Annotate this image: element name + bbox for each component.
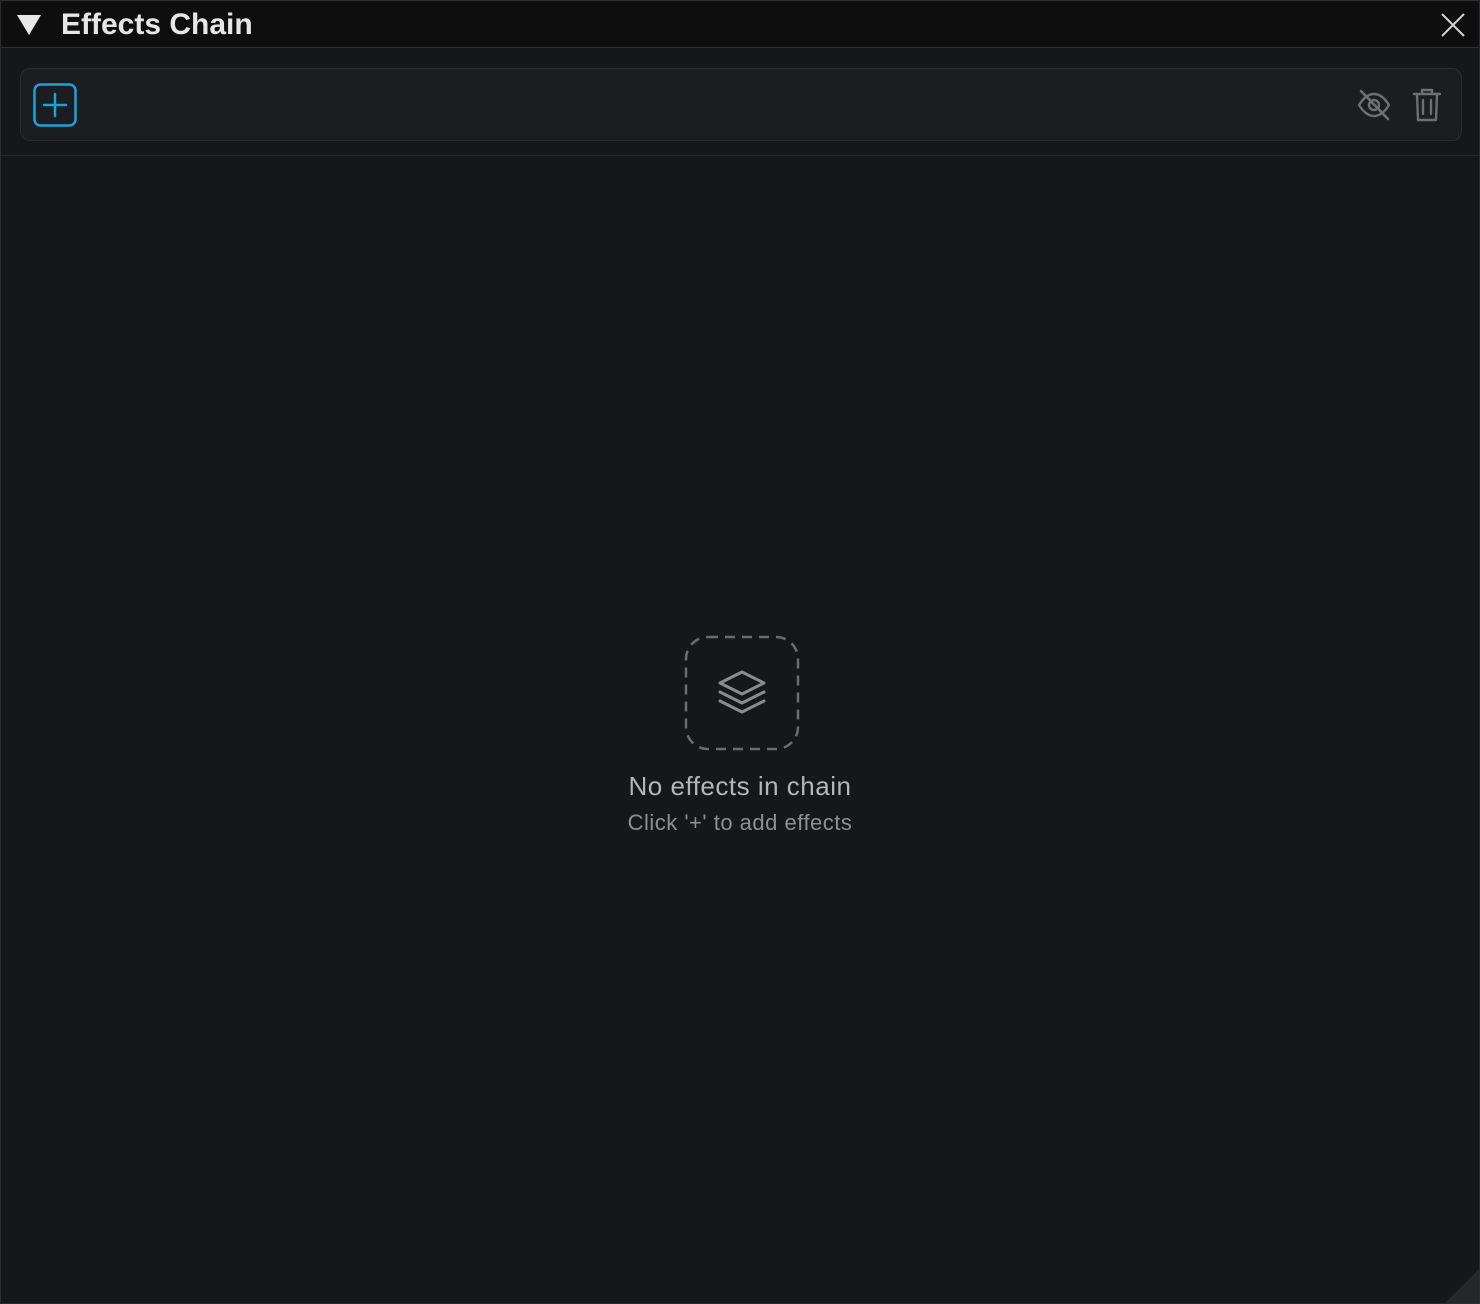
empty-state: No effects in chain Click '+' to add eff… [1,635,1479,836]
triangle-down-icon[interactable] [15,13,43,37]
window-title: Effects Chain [61,8,253,41]
delete-all-button[interactable] [1409,86,1445,124]
empty-state-title: No effects in chain [628,771,852,801]
plus-square-icon [33,83,77,127]
layers-icon [718,670,766,714]
eye-off-icon [1357,89,1391,121]
empty-state-subtitle: Click '+' to add effects [627,810,853,835]
close-button[interactable] [1439,11,1467,39]
trash-icon [1412,88,1442,122]
resize-grip[interactable] [1445,1269,1479,1303]
add-effect-button[interactable] [33,83,77,127]
effects-toolbar [20,68,1462,141]
empty-state-icon-box [684,635,800,751]
title-bar: Effects Chain [1,1,1479,48]
close-icon [1441,13,1465,37]
toolbar-area [1,48,1479,156]
hide-effects-button[interactable] [1355,86,1393,124]
effects-chain-window: Effects Chain No effects in chain Click … [0,0,1480,1304]
